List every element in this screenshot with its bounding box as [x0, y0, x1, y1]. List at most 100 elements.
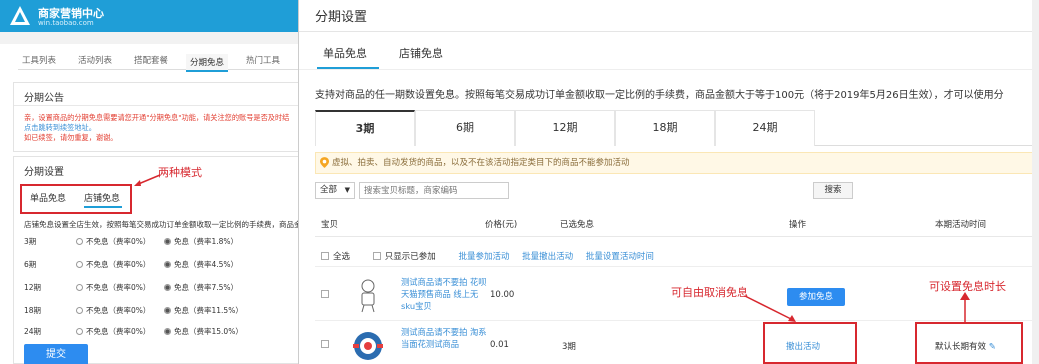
- radio-selected-icon[interactable]: [164, 328, 171, 335]
- tab-item-interest-free[interactable]: 单品免息: [323, 45, 367, 61]
- period-row: 6期 不免息（费率0%） 免息（费率4.5%）: [24, 259, 300, 271]
- radio-icon[interactable]: [76, 284, 83, 291]
- caret-down-icon: ▼: [344, 186, 350, 194]
- product-name-link[interactable]: 测试商品请不要拍 淘系当面花测试商品: [401, 326, 491, 350]
- tab-shop-interest-free[interactable]: 店铺免息: [399, 45, 443, 61]
- period-label: 12期: [24, 283, 42, 292]
- radio-icon[interactable]: [76, 307, 83, 314]
- radio-selected-icon[interactable]: [164, 284, 171, 291]
- top-stripe: [0, 32, 300, 44]
- page-title: 分期设置: [315, 10, 368, 25]
- tab-activity-list[interactable]: 活动列表: [78, 54, 112, 66]
- select-all-label: 全选: [333, 252, 351, 262]
- batch-quit-link[interactable]: 批量撤出活动: [522, 252, 573, 262]
- duration-value: 默认长期有效: [935, 342, 987, 352]
- product-name-link[interactable]: 测试商品请不要拍 花呗天猫预售商品 线上无sku宝贝: [401, 276, 491, 312]
- announcement-heading: 分期公告: [24, 93, 64, 104]
- left-panel: 商家营销中心 win.taobao.com 工具列表 活动列表 搭配套餐 分期免…: [0, 0, 300, 364]
- col-item: 宝贝: [321, 220, 339, 230]
- activity-duration: 默认长期有效 ✎: [935, 340, 996, 352]
- period-tabs: 3期 6期 12期 18期 24期: [315, 110, 1039, 146]
- tab-hot-tools[interactable]: 热门工具: [246, 54, 280, 66]
- announcement-line: 亲，设置商品的分期免息需要请您开通"分期免息"功能，请关注您的账号是否及时结: [24, 113, 290, 122]
- radio-selected-icon[interactable]: [164, 261, 171, 268]
- product-thumbnail[interactable]: [349, 276, 387, 314]
- tool-tabs: 工具列表 活动列表 搭配套餐 分期免息 热门工具: [18, 52, 300, 72]
- submit-button[interactable]: 提交: [24, 344, 88, 364]
- annotation-arrow-icon: [744, 295, 796, 322]
- option-label: 免息（费率1.8%）: [174, 237, 239, 246]
- tab-period-6[interactable]: 6期: [415, 110, 515, 146]
- bulk-actions: 全选 只显示已参加 批量参加活动 批量撤出活动 批量设置活动时间: [321, 250, 664, 262]
- radio-icon[interactable]: [76, 328, 83, 335]
- announcement-box: 分期公告 亲，设置商品的分期免息需要请您开通"分期免息"功能，请关注您的账号是否…: [13, 82, 300, 152]
- period-row: 3期 不免息（费率0%） 免息（费率1.8%）: [24, 236, 300, 248]
- checkbox-icon[interactable]: [321, 252, 329, 260]
- option-label: 不免息（费率0%）: [86, 327, 151, 336]
- period-row: 12期 不免息（费率0%） 免息（费率7.5%）: [24, 282, 300, 294]
- edit-pencil-icon[interactable]: ✎: [989, 342, 996, 352]
- warning-text: 虚拟、拍卖、自动发货的商品，以及不在该活动指定类目下的商品不能参加活动: [332, 158, 630, 168]
- renew-link[interactable]: 点击跳转到续签地址。: [24, 123, 96, 133]
- period-label: 24期: [24, 327, 42, 336]
- product-thumbnail[interactable]: [349, 326, 387, 364]
- search-input[interactable]: [359, 182, 509, 199]
- option-label: 免息（费率15.0%）: [174, 327, 243, 336]
- option-label: 不免息（费率0%）: [86, 237, 151, 246]
- batch-join-link[interactable]: 批量参加活动: [458, 252, 509, 262]
- checkbox-icon[interactable]: [321, 340, 329, 348]
- col-period-time: 本期活动时间: [935, 220, 987, 230]
- search-button[interactable]: 搜索: [813, 182, 853, 199]
- radio-selected-icon[interactable]: [164, 238, 171, 245]
- checkbox-icon[interactable]: [321, 290, 329, 298]
- period-row: 18期 不免息（费率0%） 免息（费率11.5%）: [24, 305, 300, 317]
- option-label: 不免息（费率0%）: [86, 260, 151, 269]
- tab-tool-list[interactable]: 工具列表: [22, 54, 56, 66]
- period-row: 24期 不免息（费率0%） 免息（费率15.0%）: [24, 326, 300, 338]
- rule-description: 支持对商品的任一期数设置免息。按照每笔交易成功订单金额收取一定比例的手续费，商品…: [315, 90, 1004, 101]
- mode-annotation: 两种模式: [158, 166, 202, 179]
- radio-icon[interactable]: [76, 261, 83, 268]
- tab-period-24[interactable]: 24期: [715, 110, 815, 146]
- option-label: 不免息（费率0%）: [86, 283, 151, 292]
- tab-bundle[interactable]: 搭配套餐: [134, 54, 168, 66]
- brand-bar: 商家营销中心 win.taobao.com: [0, 0, 300, 32]
- radio-selected-icon[interactable]: [164, 307, 171, 314]
- product-price: 0.01: [490, 340, 509, 350]
- option-label: 不免息（费率0%）: [86, 306, 151, 315]
- quit-activity-link[interactable]: 撤出活动: [786, 340, 820, 352]
- tab-shop-interest-free[interactable]: 店铺免息: [84, 191, 120, 204]
- brand-subtitle: win.taobao.com: [38, 19, 94, 27]
- table-header: 宝贝 价格(元) 已选免息 操作 本期活动时间: [315, 212, 1039, 234]
- warning-banner: 虚拟、拍卖、自动发货的商品，以及不在该活动指定类目下的商品不能参加活动: [315, 152, 1039, 174]
- tab-item-interest-free[interactable]: 单品免息: [30, 191, 66, 204]
- logo-icon: [10, 6, 30, 25]
- col-action: 操作: [789, 220, 807, 230]
- col-price: 价格(元): [485, 220, 518, 230]
- period-label: 6期: [24, 260, 37, 269]
- settings-heading: 分期设置: [24, 167, 64, 178]
- tab-installment[interactable]: 分期免息: [186, 54, 229, 72]
- tab-period-12[interactable]: 12期: [515, 110, 615, 146]
- batch-time-link[interactable]: 批量设置活动时间: [586, 252, 654, 262]
- period-label: 3期: [24, 237, 37, 246]
- option-label: 免息（费率4.5%）: [174, 260, 239, 269]
- radio-icon[interactable]: [76, 238, 83, 245]
- option-label: 免息（费率11.5%）: [174, 306, 243, 315]
- right-panel: 分期设置 单品免息 店铺免息 支持对商品的任一期数设置免息。按照每笔交易成功订单…: [298, 0, 1039, 364]
- shop-mode-description: 店铺免息设置全店生效，按照每笔交易成功订单金额收取一定比例的手续费，商品金额: [24, 220, 300, 229]
- only-joined-label: 只显示已参加: [384, 252, 436, 262]
- period-label: 18期: [24, 306, 42, 315]
- category-select[interactable]: 全部 ▼: [315, 182, 355, 199]
- product-price: 10.00: [490, 290, 515, 300]
- cancel-annotation: 可自由取消免息: [671, 286, 748, 299]
- scrollbar[interactable]: [1032, 0, 1039, 364]
- category-select-value: 全部: [320, 185, 338, 195]
- tab-period-3[interactable]: 3期: [315, 110, 415, 146]
- annotation-arrow-icon: [960, 292, 970, 322]
- location-pin-icon: [320, 157, 329, 168]
- tab-period-18[interactable]: 18期: [615, 110, 715, 146]
- announcement-line: 如已续签，请勿重复，谢谢。: [24, 133, 118, 142]
- checkbox-icon[interactable]: [372, 252, 381, 260]
- active-tab-underline: [84, 206, 122, 208]
